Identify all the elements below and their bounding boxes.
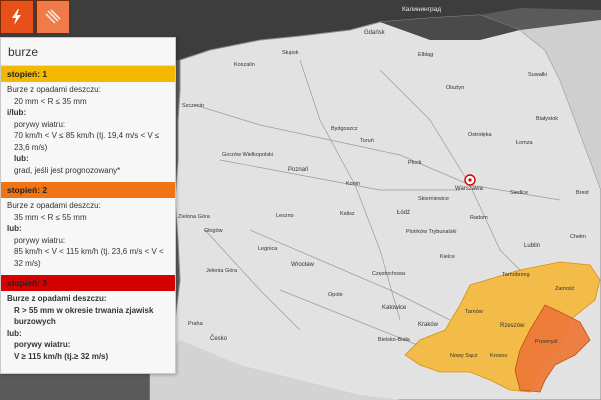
map-label-bialystok: Białystok — [536, 116, 559, 122]
layer-toolbar — [0, 0, 70, 34]
lightning-icon — [12, 9, 21, 25]
level-1-line: 20 mm < R ≤ 35 mm — [14, 96, 87, 106]
map-label-czestochowa: Częstochowa — [372, 271, 406, 277]
map-label-torun: Toruń — [360, 138, 374, 144]
level-3-line: burzowych — [14, 317, 56, 326]
map-label-cesko: Česko — [210, 336, 228, 342]
rain-layer-button[interactable] — [36, 0, 70, 34]
map-label-zamosc: Zamość — [555, 286, 575, 292]
map-label-lomza: Łomża — [516, 140, 533, 146]
map-label-krakow: Kraków — [418, 322, 439, 328]
warszawa-marker-dot — [468, 178, 472, 182]
map-label-kalisz: Kalisz — [340, 211, 355, 217]
level-1-body: Burze z opadami deszczu: 20 mm < R ≤ 35 … — [1, 82, 175, 182]
map-label-chelm: Chełm — [570, 234, 586, 240]
map-label-poznan: Poznań — [288, 167, 309, 173]
map-label-suwalki: Suwałki — [528, 72, 547, 78]
map-label-gorzow: Gorzów Wielkopolski — [222, 152, 274, 158]
map-label-tarnow: Tarnów — [465, 309, 483, 315]
map-label-konin: Konin — [346, 181, 361, 187]
map-label-zielona: Zielona Góra — [178, 214, 210, 220]
level-1-line: lub: — [14, 154, 29, 163]
map-label-opole: Opole — [328, 292, 343, 298]
level-1-heading: stopień: 1 — [1, 66, 175, 82]
map-label-plock: Płock — [408, 160, 422, 166]
level-2-heading: stopień: 2 — [1, 182, 175, 198]
map-label-leszno: Leszno — [276, 213, 294, 219]
map-label-rzeszow: Rzeszów — [500, 323, 525, 329]
map-label-tarnobrzeg: Tarnobrzeg — [502, 272, 530, 278]
map-label-siedlce: Siedlce — [510, 190, 529, 196]
map-label-lodz: Łódź — [397, 210, 411, 216]
map-label-legnica: Legnica — [258, 246, 278, 252]
level-3-body: Burze z opadami deszczu: R > 55 mm w okr… — [1, 291, 175, 368]
level-2-line: 32 m/s) — [14, 258, 41, 268]
map-label-praha: Praha — [188, 321, 203, 327]
map-label-krosno: Krosno — [490, 353, 508, 359]
level-1-line: 70 km/h < V ≤ 85 km/h (tj. 19,4 m/s < V … — [14, 131, 160, 140]
level-2-line: 35 mm < R ≤ 55 mm — [14, 212, 87, 222]
map-label-jelenia: Jelenia Góra — [206, 268, 238, 274]
panel-title: burze — [1, 38, 175, 66]
map-label-warszawa[interactable]: Warszawa — [455, 186, 483, 192]
map-label-przemysl: Przemyśl — [535, 339, 558, 345]
map-label-katowice: Katowice — [382, 305, 407, 311]
map-label-wroclaw: Wrocław — [291, 262, 314, 268]
map-label-bielsko: Bielsko-Biała — [378, 337, 410, 343]
level-1-line: grad, jeśli jest prognozowany* — [14, 165, 121, 175]
level-3-line: lub: — [7, 328, 22, 338]
map-label-radom: Radom — [470, 215, 488, 221]
map-label-glogow: Głogów — [204, 228, 223, 234]
level-1-line: 23,6 m/s) — [14, 142, 48, 152]
level-3-line: porywy wiatru: — [14, 340, 71, 349]
level-2-body: Burze z opadami deszczu: 35 mm < R ≤ 55 … — [1, 198, 175, 275]
map-label-koszalin: Koszalin — [234, 62, 255, 68]
map-label-ostroleka: Ostrołęka — [468, 132, 492, 138]
level-3-line: Burze z opadami deszczu: — [7, 294, 107, 303]
level-1-line: porywy wiatru: — [14, 119, 66, 129]
level-3-line: V ≥ 115 km/h (tj.≥ 32 m/s) — [14, 351, 109, 361]
rain-icon — [45, 9, 61, 24]
map-label-elblag: Elbląg — [418, 52, 434, 58]
map-label-brest: Brest — [576, 190, 589, 196]
level-3-line: R > 55 mm w okresie trwania zjawisk — [14, 305, 154, 315]
level-2-line: porywy wiatru: — [14, 235, 66, 245]
level-1-line: Burze z opadami deszczu: — [7, 85, 101, 94]
map-label-szczecin: Szczecin — [182, 103, 205, 109]
map-label-gdansk: Gdańsk — [364, 30, 385, 36]
map-label-skierniewice: Skierniewice — [418, 196, 449, 202]
level-1-line: i/lub: — [7, 108, 27, 117]
map-label-lublin: Lublin — [524, 243, 541, 249]
level-2-line: 85 km/h < V < 115 km/h (tj. 23,6 m/s < V… — [14, 247, 164, 256]
map-label-kaliningrad: Калининград — [402, 6, 442, 13]
level-3-heading: stopień: 3 — [1, 275, 175, 291]
map-label-kielce: Kielce — [440, 254, 455, 260]
map-label-slupsk: Słupsk — [282, 50, 299, 56]
map-label-piotrkow: Piotrków Trybunalski — [406, 229, 457, 235]
map-label-bydgoszcz: Bydgoszcz — [331, 126, 358, 132]
map-label-olsztyn: Olsztyn — [446, 85, 465, 91]
legend-panel: burze stopień: 1 Burze z opadami deszczu… — [0, 37, 176, 374]
map-label-nowy-sacz: Nowy Sącz — [450, 353, 478, 359]
level-2-line: Burze z opadami deszczu: — [7, 201, 101, 210]
storm-layer-button[interactable] — [0, 0, 34, 34]
level-2-line: lub: — [7, 224, 22, 233]
